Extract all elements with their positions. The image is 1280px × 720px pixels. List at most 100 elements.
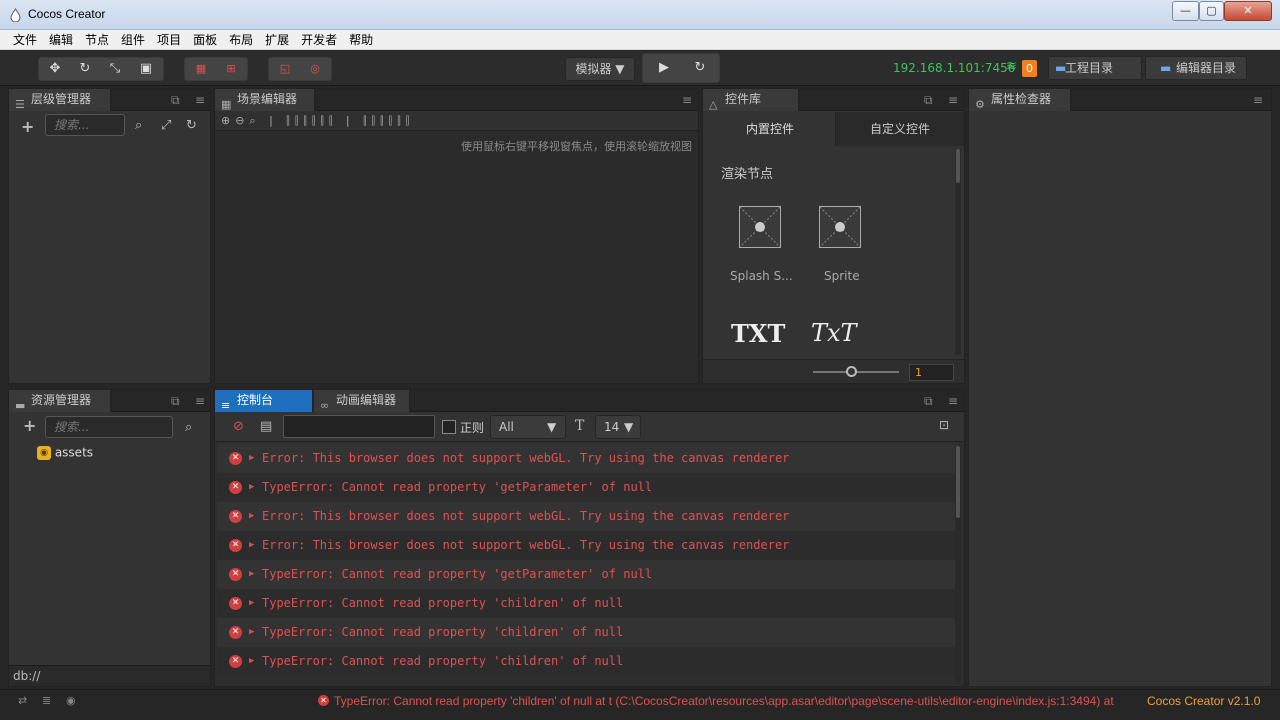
expand-arrow-icon[interactable]: ▶ [249, 618, 254, 647]
close-button[interactable]: ✕ [1224, 1, 1272, 21]
scale-tool-icon[interactable]: ⤡ [101, 58, 129, 80]
tab-custom[interactable]: 自定义控件 [835, 112, 964, 146]
play-icon[interactable]: ▶ [647, 57, 681, 79]
panel-menu-icon[interactable]: ≡ [195, 93, 205, 107]
panel-menu-icon[interactable]: ≡ [195, 394, 205, 408]
log-entry[interactable]: ✕ ▶ Error: This browser does not support w… [217, 531, 957, 560]
clear-log-icon[interactable]: ⊘ [233, 419, 244, 434]
scene-align-toolbar[interactable]: ⊕⊖⌕ | ⫿⫿⫿⫿⫿⫿ | ⫿⫿⫿⫿⫿⫿ [215, 111, 698, 131]
global-coord-icon[interactable]: ◎ [301, 58, 329, 80]
console-filter-input[interactable] [283, 415, 435, 438]
expand-arrow-icon[interactable]: ▶ [249, 531, 254, 560]
regex-checkbox[interactable] [442, 420, 456, 434]
log-entry[interactable]: ✕ ▶ Error: This browser does not support w… [217, 502, 957, 531]
tab-inspector[interactable]: ⚙ 属性检查器 [969, 89, 1071, 111]
font-size-value: 14 [604, 420, 620, 434]
library-scrollbar[interactable] [955, 149, 961, 355]
open-log-file-icon[interactable]: ▤ [260, 419, 272, 434]
asset-tree-item-assets[interactable]: ◉ assets [37, 443, 93, 461]
menu-help[interactable]: 帮助 [343, 30, 379, 50]
menu-file[interactable]: 文件 [7, 30, 43, 50]
database-icon[interactable]: ≣ [42, 694, 51, 707]
add-node-icon[interactable]: + [21, 117, 34, 136]
zoom-slider-handle[interactable] [846, 366, 857, 377]
console-scrollbar[interactable] [955, 446, 961, 682]
sprite-icon[interactable] [819, 206, 861, 248]
move-tool-icon[interactable]: ✥ [41, 58, 69, 80]
search-icon[interactable]: ⌕ [185, 420, 192, 435]
popout-icon[interactable]: ⧉ [924, 394, 933, 409]
eye-icon[interactable]: ◉ [66, 694, 76, 707]
log-entry[interactable]: ✕ ▶ TypeError: Cannot read property 'child… [217, 589, 957, 618]
library-scrollbar-thumb[interactable] [956, 149, 960, 183]
tab-console[interactable]: ≡ 控制台 [215, 390, 313, 412]
log-level-select[interactable]: All ▼ [490, 415, 566, 439]
minimize-button[interactable]: — [1172, 1, 1199, 21]
panel-menu-icon[interactable]: ≡ [948, 394, 958, 408]
hierarchy-icon: ☰ [15, 98, 25, 111]
panel-menu-icon[interactable]: ≡ [1253, 93, 1263, 107]
preview-ip[interactable]: 192.168.1.101:7456 [893, 61, 1015, 75]
editor-dir-button[interactable]: ▬ 编辑器目录 [1145, 56, 1247, 80]
hierarchy-title: 层级管理器 [31, 92, 92, 106]
collapse-icon[interactable]: ⊡ [939, 418, 949, 432]
panel-menu-icon[interactable]: ≡ [948, 93, 958, 107]
label-txt-icon[interactable]: TXT [731, 319, 785, 348]
maximize-button[interactable]: ▢ [1199, 1, 1224, 21]
project-dir-button[interactable]: ▬ 工程目录 [1048, 56, 1142, 80]
tab-library[interactable]: △ 控件库 [703, 89, 799, 111]
menu-node[interactable]: 节点 [79, 30, 115, 50]
log-entry[interactable]: ✕ ▶ Error: This browser does not support w… [217, 444, 957, 473]
expand-arrow-icon[interactable]: ▶ [249, 647, 254, 676]
font-size-select[interactable]: 14 ▼ [595, 415, 641, 439]
scene-title: 场景编辑器 [237, 92, 298, 106]
log-entry[interactable]: ✕ ▶ TypeError: Cannot read property 'getPa… [217, 560, 957, 589]
rotate-tool-icon[interactable]: ↻ [71, 58, 99, 80]
center-icon[interactable]: ⊞ [217, 58, 245, 80]
popout-icon[interactable]: ⧉ [171, 394, 180, 409]
zoom-value-input[interactable]: 1 [909, 364, 954, 381]
hierarchy-tabbar: ☰ 层级管理器 ⧉ ≡ [9, 89, 210, 111]
hierarchy-search-input[interactable]: 搜索... [45, 114, 125, 136]
menu-project[interactable]: 项目 [151, 30, 187, 50]
expand-arrow-icon[interactable]: ▶ [249, 502, 254, 531]
pivot-icon[interactable]: ▦ [187, 58, 215, 80]
tab-hierarchy[interactable]: ☰ 层级管理器 [9, 89, 111, 111]
rect-tool-icon[interactable]: ▣ [132, 58, 160, 80]
refresh-icon[interactable]: ↻ [683, 57, 717, 79]
log-entry[interactable]: ✕ ▶ TypeError: Cannot read property 'getPa… [217, 473, 957, 502]
tab-builtin[interactable]: 内置控件 [705, 112, 835, 146]
popout-icon[interactable]: ⧉ [924, 93, 933, 108]
simulator-select[interactable]: 模拟器 ▼ [565, 57, 635, 81]
log-entry[interactable]: ✕ ▶ TypeError: Cannot read property 'child… [217, 618, 957, 647]
richtext-txt-icon[interactable]: TxT [811, 319, 857, 347]
menu-panel[interactable]: 面板 [187, 30, 223, 50]
assets-search-input[interactable]: 搜索... [45, 416, 173, 438]
popout-icon[interactable]: ⧉ [171, 93, 180, 108]
expand-arrow-icon[interactable]: ▶ [249, 589, 254, 618]
tab-animation[interactable]: ∞ 动画编辑器 [314, 390, 410, 412]
console-scrollbar-thumb[interactable] [956, 446, 960, 518]
expand-arrow-icon[interactable]: ▶ [249, 560, 254, 589]
log-entry[interactable]: ✕ ▶ TypeError: Cannot read property 'child… [217, 647, 957, 676]
search-icon[interactable]: ⌕ [135, 118, 142, 133]
expand-arrow-icon[interactable]: ▶ [249, 444, 254, 473]
expand-arrow-icon[interactable]: ▶ [249, 473, 254, 502]
menu-extension[interactable]: 扩展 [259, 30, 295, 50]
menu-layout[interactable]: 布局 [223, 30, 259, 50]
local-coord-icon[interactable]: ◱ [271, 58, 299, 80]
tab-scene[interactable]: ▦ 场景编辑器 [215, 89, 315, 111]
menu-component[interactable]: 组件 [115, 30, 151, 50]
tab-assets[interactable]: ▬ 资源管理器 [9, 390, 111, 412]
expand-icon[interactable]: ⤢ [161, 118, 171, 133]
inspector-panel: ⚙ 属性检查器 ≡ [968, 88, 1272, 687]
menu-edit[interactable]: 编辑 [43, 30, 79, 50]
library-tabbar: △ 控件库 ⧉ ≡ [703, 89, 964, 111]
add-asset-icon[interactable]: + [23, 416, 36, 435]
status-error-message[interactable]: TypeError: Cannot read property 'childre… [334, 694, 1130, 708]
splash-sprite-icon[interactable] [739, 206, 781, 248]
sync-icon[interactable]: ⇄ [18, 694, 27, 707]
panel-menu-icon[interactable]: ≡ [682, 93, 692, 107]
refresh-icon[interactable]: ↻ [186, 118, 197, 133]
menu-developer[interactable]: 开发者 [295, 30, 343, 50]
